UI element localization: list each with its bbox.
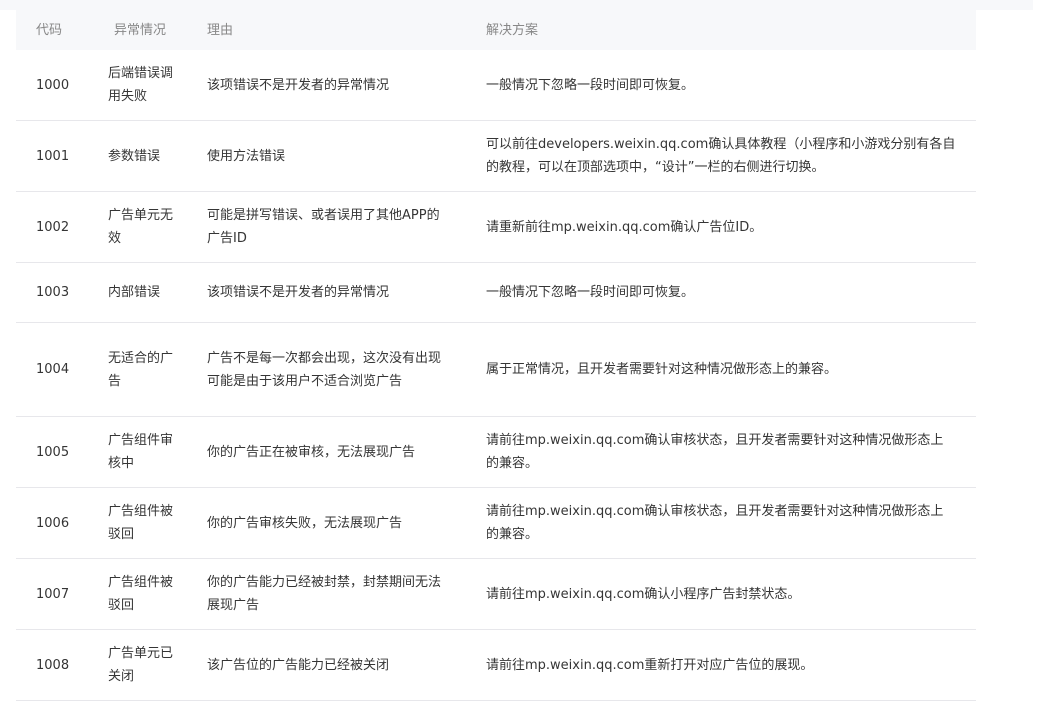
header-code: 代码 bbox=[16, 10, 94, 50]
table-row: 1008 广告单元已关闭 该广告位的广告能力已经被关闭 请前往mp.weixin… bbox=[16, 629, 976, 701]
page-top-strip bbox=[0, 0, 1033, 10]
table-row: 1005 广告组件审核中 你的广告正在被审核，无法展现广告 请前往mp.weix… bbox=[16, 416, 976, 488]
cell-type: 广告单元无效 bbox=[94, 191, 191, 263]
cell-type: 广告组件被驳回 bbox=[94, 487, 191, 559]
cell-solution: 请前往mp.weixin.qq.com确认小程序广告封禁状态。 bbox=[470, 558, 976, 630]
table-row: 1002 广告单元无效 可能是拼写错误、或者误用了其他APP的广告ID 请重新前… bbox=[16, 191, 976, 263]
cell-reason: 你的广告能力已经被封禁，封禁期间无法展现广告 bbox=[191, 558, 470, 630]
header-type: 异常情况 bbox=[94, 10, 191, 50]
header-solution: 解决方案 bbox=[470, 10, 976, 50]
cell-solution: 可以前往developers.weixin.qq.com确认具体教程（小程序和小… bbox=[470, 120, 976, 192]
table-row: 1000 后端错误调用失败 该项错误不是开发者的异常情况 一般情况下忽略一段时间… bbox=[16, 50, 976, 121]
table-row: 1006 广告组件被驳回 你的广告审核失败，无法展现广告 请前往mp.weixi… bbox=[16, 487, 976, 559]
cell-code: 1008 bbox=[16, 629, 94, 701]
cell-solution: 属于正常情况，且开发者需要针对这种情况做形态上的兼容。 bbox=[470, 322, 976, 417]
cell-type: 参数错误 bbox=[94, 120, 191, 192]
cell-code: 1005 bbox=[16, 416, 94, 488]
cell-reason: 可能是拼写错误、或者误用了其他APP的广告ID bbox=[191, 191, 470, 263]
cell-reason: 广告不是每一次都会出现，这次没有出现可能是由于该用户不适合浏览广告 bbox=[191, 322, 470, 417]
cell-code: 1003 bbox=[16, 262, 94, 323]
table-row: 1007 广告组件被驳回 你的广告能力已经被封禁，封禁期间无法展现广告 请前往m… bbox=[16, 558, 976, 630]
error-code-table-container: 代码 异常情况 理由 解决方案 1000 后端错误调用失败 该项错误不是开发者的… bbox=[16, 10, 976, 701]
cell-type: 广告组件被驳回 bbox=[94, 558, 191, 630]
header-reason: 理由 bbox=[191, 10, 470, 50]
cell-reason: 使用方法错误 bbox=[191, 120, 470, 192]
cell-code: 1002 bbox=[16, 191, 94, 263]
cell-type: 无适合的广告 bbox=[94, 322, 191, 417]
cell-type: 后端错误调用失败 bbox=[94, 50, 191, 121]
cell-reason: 该项错误不是开发者的异常情况 bbox=[191, 50, 470, 121]
table-header-row: 代码 异常情况 理由 解决方案 bbox=[16, 10, 976, 50]
table-row: 1004 无适合的广告 广告不是每一次都会出现，这次没有出现可能是由于该用户不适… bbox=[16, 322, 976, 417]
cell-type: 广告单元已关闭 bbox=[94, 629, 191, 701]
cell-solution: 请前往mp.weixin.qq.com重新打开对应广告位的展现。 bbox=[470, 629, 976, 701]
cell-solution: 请前往mp.weixin.qq.com确认审核状态，且开发者需要针对这种情况做形… bbox=[470, 416, 976, 488]
cell-solution: 请前往mp.weixin.qq.com确认审核状态，且开发者需要针对这种情况做形… bbox=[470, 487, 976, 559]
cell-code: 1001 bbox=[16, 120, 94, 192]
cell-reason: 你的广告审核失败，无法展现广告 bbox=[191, 487, 470, 559]
cell-solution: 一般情况下忽略一段时间即可恢复。 bbox=[470, 50, 976, 121]
table-row: 1001 参数错误 使用方法错误 可以前往developers.weixin.q… bbox=[16, 120, 976, 192]
cell-solution: 请重新前往mp.weixin.qq.com确认广告位ID。 bbox=[470, 191, 976, 263]
cell-code: 1004 bbox=[16, 322, 94, 417]
cell-code: 1000 bbox=[16, 50, 94, 121]
cell-reason: 该广告位的广告能力已经被关闭 bbox=[191, 629, 470, 701]
table-header: 代码 异常情况 理由 解决方案 bbox=[16, 10, 976, 50]
cell-reason: 该项错误不是开发者的异常情况 bbox=[191, 262, 470, 323]
cell-type: 广告组件审核中 bbox=[94, 416, 191, 488]
cell-code: 1007 bbox=[16, 558, 94, 630]
cell-code: 1006 bbox=[16, 487, 94, 559]
cell-solution: 一般情况下忽略一段时间即可恢复。 bbox=[470, 262, 976, 323]
cell-type: 内部错误 bbox=[94, 262, 191, 323]
cell-reason: 你的广告正在被审核，无法展现广告 bbox=[191, 416, 470, 488]
error-code-table: 代码 异常情况 理由 解决方案 1000 后端错误调用失败 该项错误不是开发者的… bbox=[16, 10, 976, 701]
table-row: 1003 内部错误 该项错误不是开发者的异常情况 一般情况下忽略一段时间即可恢复… bbox=[16, 262, 976, 323]
table-body: 1000 后端错误调用失败 该项错误不是开发者的异常情况 一般情况下忽略一段时间… bbox=[16, 50, 976, 701]
